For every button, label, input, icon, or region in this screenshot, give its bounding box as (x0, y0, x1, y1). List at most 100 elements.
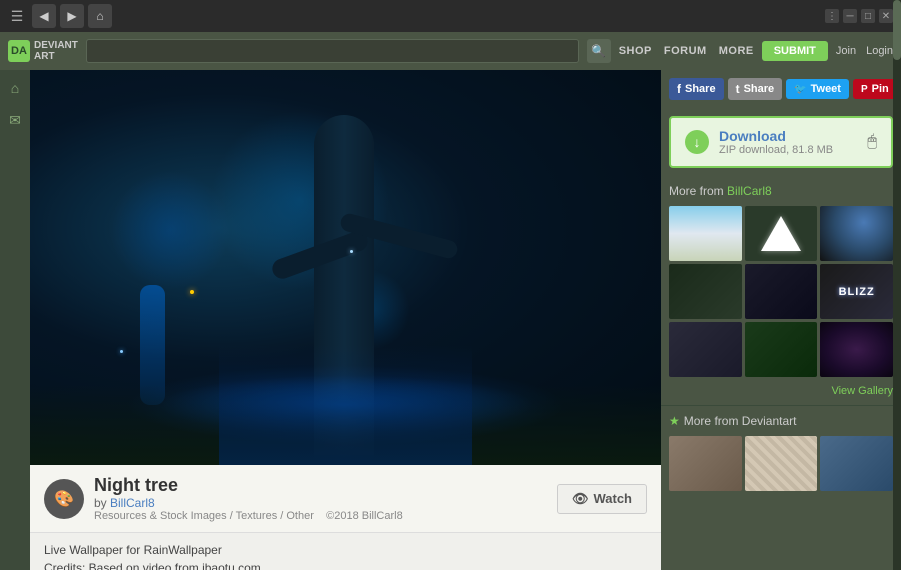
facebook-share-button[interactable]: f Share (669, 78, 724, 100)
main-area: ⌂ ✉ (0, 70, 901, 570)
more-from-text: More from (669, 184, 724, 198)
gallery-item-5[interactable] (745, 264, 818, 319)
artwork-info: Night tree by BillCarl8 Resources & Stoc… (94, 475, 403, 522)
gallery-item-4[interactable] (669, 264, 742, 319)
content-area: 🎨 Night tree by BillCarl8 Resources & St… (30, 70, 661, 570)
gallery-grid: BLIZZ (669, 206, 893, 377)
water-pool (219, 345, 471, 465)
social-buttons: f Share t Share 🐦 Tweet P Pin ▾ (661, 70, 901, 108)
join-link[interactable]: Join (836, 45, 856, 57)
title-bar: ☰ ◀ ▶ ⌂ ⋮ ─ □ ✕ (0, 0, 901, 32)
download-icon: ↓ (685, 130, 709, 154)
maximize-button[interactable]: □ (861, 9, 875, 23)
forward-button[interactable]: ▶ (60, 4, 84, 28)
copyright-text: ©2018 BillCarl8 (326, 510, 403, 522)
auth-links: Join Login (836, 45, 893, 57)
twitter-share-button[interactable]: 🐦 Tweet (786, 79, 849, 99)
download-section: ↓ Download ZIP download, 81.8 MB 🖱 (661, 108, 901, 176)
glow-effect-2 (110, 170, 230, 290)
artwork-container (30, 70, 661, 465)
tumblr-share-button[interactable]: t Share (728, 78, 783, 100)
artwork-title: Night tree (94, 475, 403, 496)
artwork-category: Resources & Stock Images / Textures / Ot… (94, 510, 403, 522)
submit-button[interactable]: SUBMIT (762, 41, 828, 61)
author-avatar: 🎨 (44, 479, 84, 519)
watch-icon: 👁 (572, 491, 589, 507)
da-thumb-2[interactable] (745, 436, 818, 491)
gallery-item-3[interactable] (820, 206, 893, 261)
cursor-icon: 🖱 (867, 133, 877, 151)
logo-icon: DA (8, 40, 30, 62)
avatar-image: 🎨 (44, 479, 84, 519)
title-bar-right: ⋮ ─ □ ✕ (825, 9, 893, 23)
download-button[interactable]: ↓ Download ZIP download, 81.8 MB 🖱 (669, 116, 893, 168)
desc-line-2: Credits: Based on video from ibaotu.com (44, 561, 647, 570)
description-area: Live Wallpaper for RainWallpaper Credits… (30, 532, 661, 570)
category-text: Resources & Stock Images / Textures / Ot… (94, 510, 314, 522)
title-bar-left: ☰ ◀ ▶ ⌂ (8, 4, 112, 28)
login-link[interactable]: Login (866, 45, 893, 57)
gallery-item-9[interactable] (820, 322, 893, 377)
home-button[interactable]: ⌂ (88, 4, 112, 28)
right-panel: f Share t Share 🐦 Tweet P Pin ▾ ↓ Down (661, 70, 901, 570)
more-from-section: More from BillCarl8 BLIZZ View Gallery (661, 176, 901, 405)
pinterest-pin-button[interactable]: P Pin (853, 79, 897, 99)
shop-link[interactable]: SHOP (619, 45, 652, 57)
tumblr-label: Share (744, 83, 775, 95)
search-button[interactable]: 🔍 (587, 39, 611, 63)
sidebar-message-icon[interactable]: ✉ (5, 110, 25, 130)
browser-bar: DA DEVIANTART 🔍 SHOP FORUM MORE SUBMIT J… (0, 32, 901, 70)
tumblr-icon: t (736, 82, 740, 96)
firefly-2 (120, 350, 123, 353)
gallery-item-2[interactable] (745, 206, 818, 261)
scrollbar-thumb[interactable] (893, 0, 901, 60)
da-thumbnails (669, 436, 893, 491)
gallery-item-6[interactable]: BLIZZ (820, 264, 893, 319)
watch-label: Watch (593, 491, 632, 506)
menu-icon[interactable]: ☰ (8, 7, 26, 25)
firefly-1 (190, 290, 194, 294)
url-input[interactable] (93, 45, 572, 57)
info-bar: 🎨 Night tree by BillCarl8 Resources & St… (30, 465, 661, 532)
minimize-button[interactable]: ─ (843, 9, 857, 23)
arrow-icon (761, 216, 801, 251)
more-da-text: More from Deviantart (684, 414, 797, 428)
artwork-author: by BillCarl8 (94, 496, 403, 510)
deviantart-logo[interactable]: DA DEVIANTART (8, 40, 78, 62)
info-left: 🎨 Night tree by BillCarl8 Resources & St… (44, 475, 403, 522)
scrollbar-track (893, 0, 901, 570)
twitter-icon: 🐦 (794, 84, 806, 95)
left-sidebar: ⌂ ✉ (0, 70, 30, 570)
pinterest-label: Pin (872, 83, 889, 95)
options-button[interactable]: ⋮ (825, 9, 839, 23)
watch-button[interactable]: 👁 Watch (557, 484, 647, 514)
desc-line-1: Live Wallpaper for RainWallpaper (44, 543, 647, 557)
download-text: Download ZIP download, 81.8 MB (719, 128, 857, 156)
back-button[interactable]: ◀ (32, 4, 56, 28)
logo-text: DEVIANTART (34, 40, 78, 62)
close-button[interactable]: ✕ (879, 9, 893, 23)
da-icon: ★ (669, 414, 680, 428)
twitter-label: Tweet (811, 83, 841, 95)
facebook-label: Share (685, 83, 716, 95)
da-thumb-1[interactable] (669, 436, 742, 491)
author-gallery-link[interactable]: BillCarl8 (727, 184, 772, 198)
forum-link[interactable]: FORUM (664, 45, 707, 57)
more-from-title: More from BillCarl8 (669, 184, 893, 198)
more-link[interactable]: MORE (719, 45, 754, 57)
gallery-item-1[interactable] (669, 206, 742, 261)
da-thumb-3[interactable] (820, 436, 893, 491)
gallery-item-8[interactable] (745, 322, 818, 377)
nav-links: SHOP FORUM MORE (619, 45, 754, 57)
url-bar[interactable] (86, 39, 579, 63)
firefly-3 (350, 250, 353, 253)
blizzard-text: BLIZZ (839, 286, 875, 298)
view-gallery-link[interactable]: View Gallery (669, 385, 893, 397)
download-label: Download (719, 128, 857, 144)
author-link[interactable]: BillCarl8 (110, 496, 155, 510)
sidebar-home-icon[interactable]: ⌂ (5, 78, 25, 98)
gallery-item-7[interactable] (669, 322, 742, 377)
more-da-section: ★ More from Deviantart (661, 405, 901, 499)
pinterest-icon: P (861, 84, 868, 95)
nav-buttons: ◀ ▶ ⌂ (32, 4, 112, 28)
